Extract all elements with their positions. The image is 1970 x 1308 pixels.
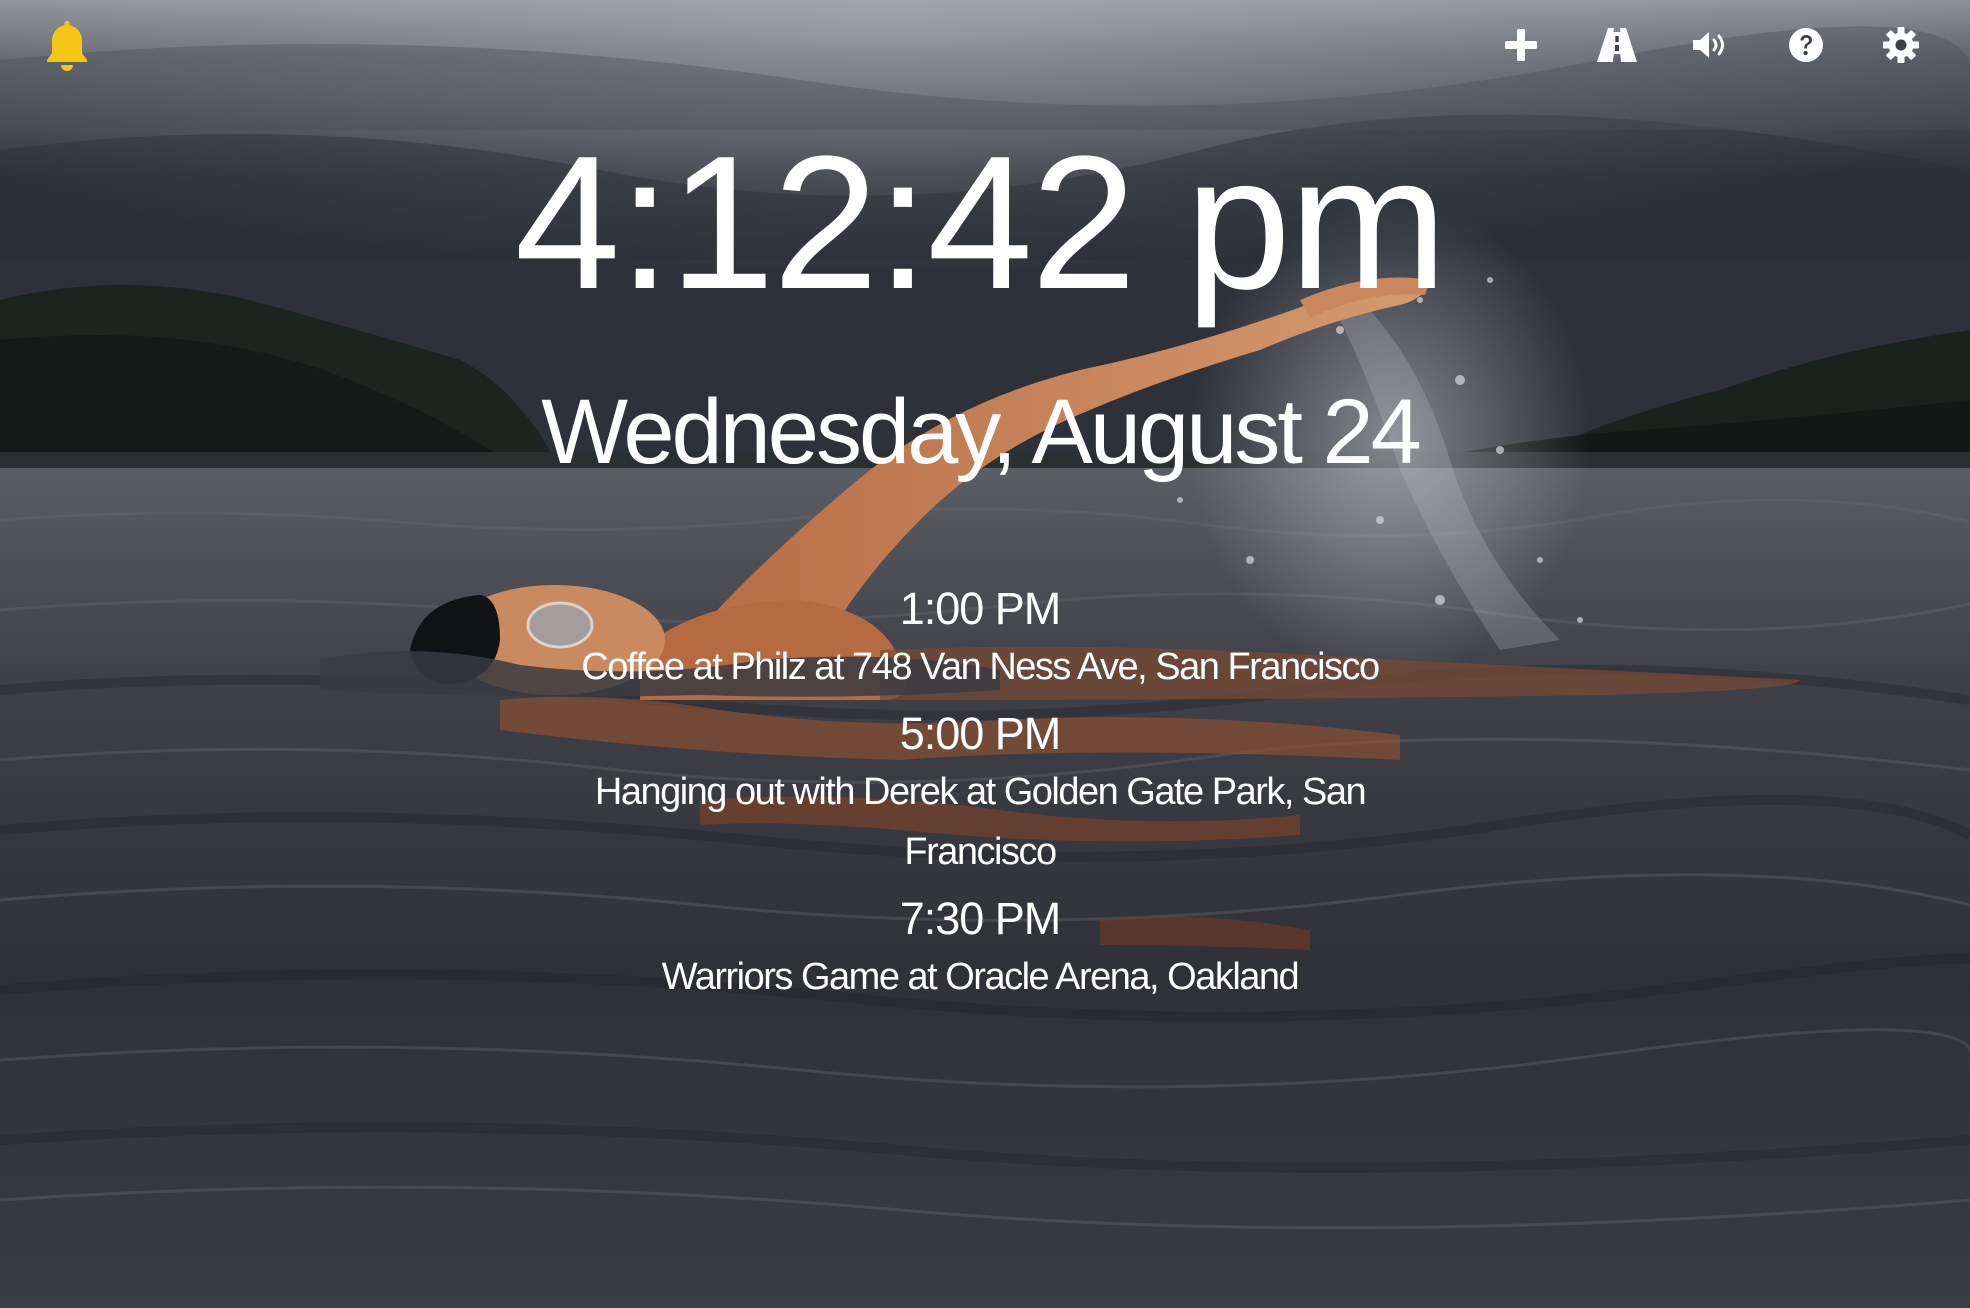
- road-icon[interactable]: [1590, 18, 1644, 72]
- gear-icon[interactable]: [1874, 18, 1928, 72]
- bell-icon[interactable]: [40, 18, 94, 72]
- event-title: Warriors Game at Oracle Arena, Oakland: [661, 956, 1300, 998]
- plus-icon[interactable]: [1494, 18, 1548, 72]
- question-circle-icon[interactable]: [1779, 18, 1833, 72]
- event-title: Coffee at Philz at 748 Van Ness Ave, San…: [581, 646, 1380, 688]
- volume-icon[interactable]: [1684, 18, 1738, 72]
- event-item[interactable]: 5:00 PM Hanging out with Derek at Golden…: [530, 705, 1430, 882]
- event-time: 1:00 PM: [899, 583, 1062, 634]
- clock-date: Wednesday, August 24: [541, 381, 1422, 483]
- screen: 4:12:42 pm Wednesday, August 24 1:00 PM …: [0, 0, 1970, 1308]
- event-item[interactable]: 1:00 PM Coffee at Philz at 748 Van Ness …: [530, 580, 1430, 697]
- event-time: 7:30 PM: [899, 893, 1062, 944]
- event-list: 1:00 PM Coffee at Philz at 748 Van Ness …: [530, 580, 1430, 1015]
- clock-time: 4:12:42 pm: [514, 117, 1448, 329]
- event-item[interactable]: 7:30 PM Warriors Game at Oracle Arena, O…: [530, 890, 1430, 1007]
- event-title: Hanging out with Derek at Golden Gate Pa…: [594, 771, 1367, 873]
- event-time: 5:00 PM: [899, 708, 1062, 759]
